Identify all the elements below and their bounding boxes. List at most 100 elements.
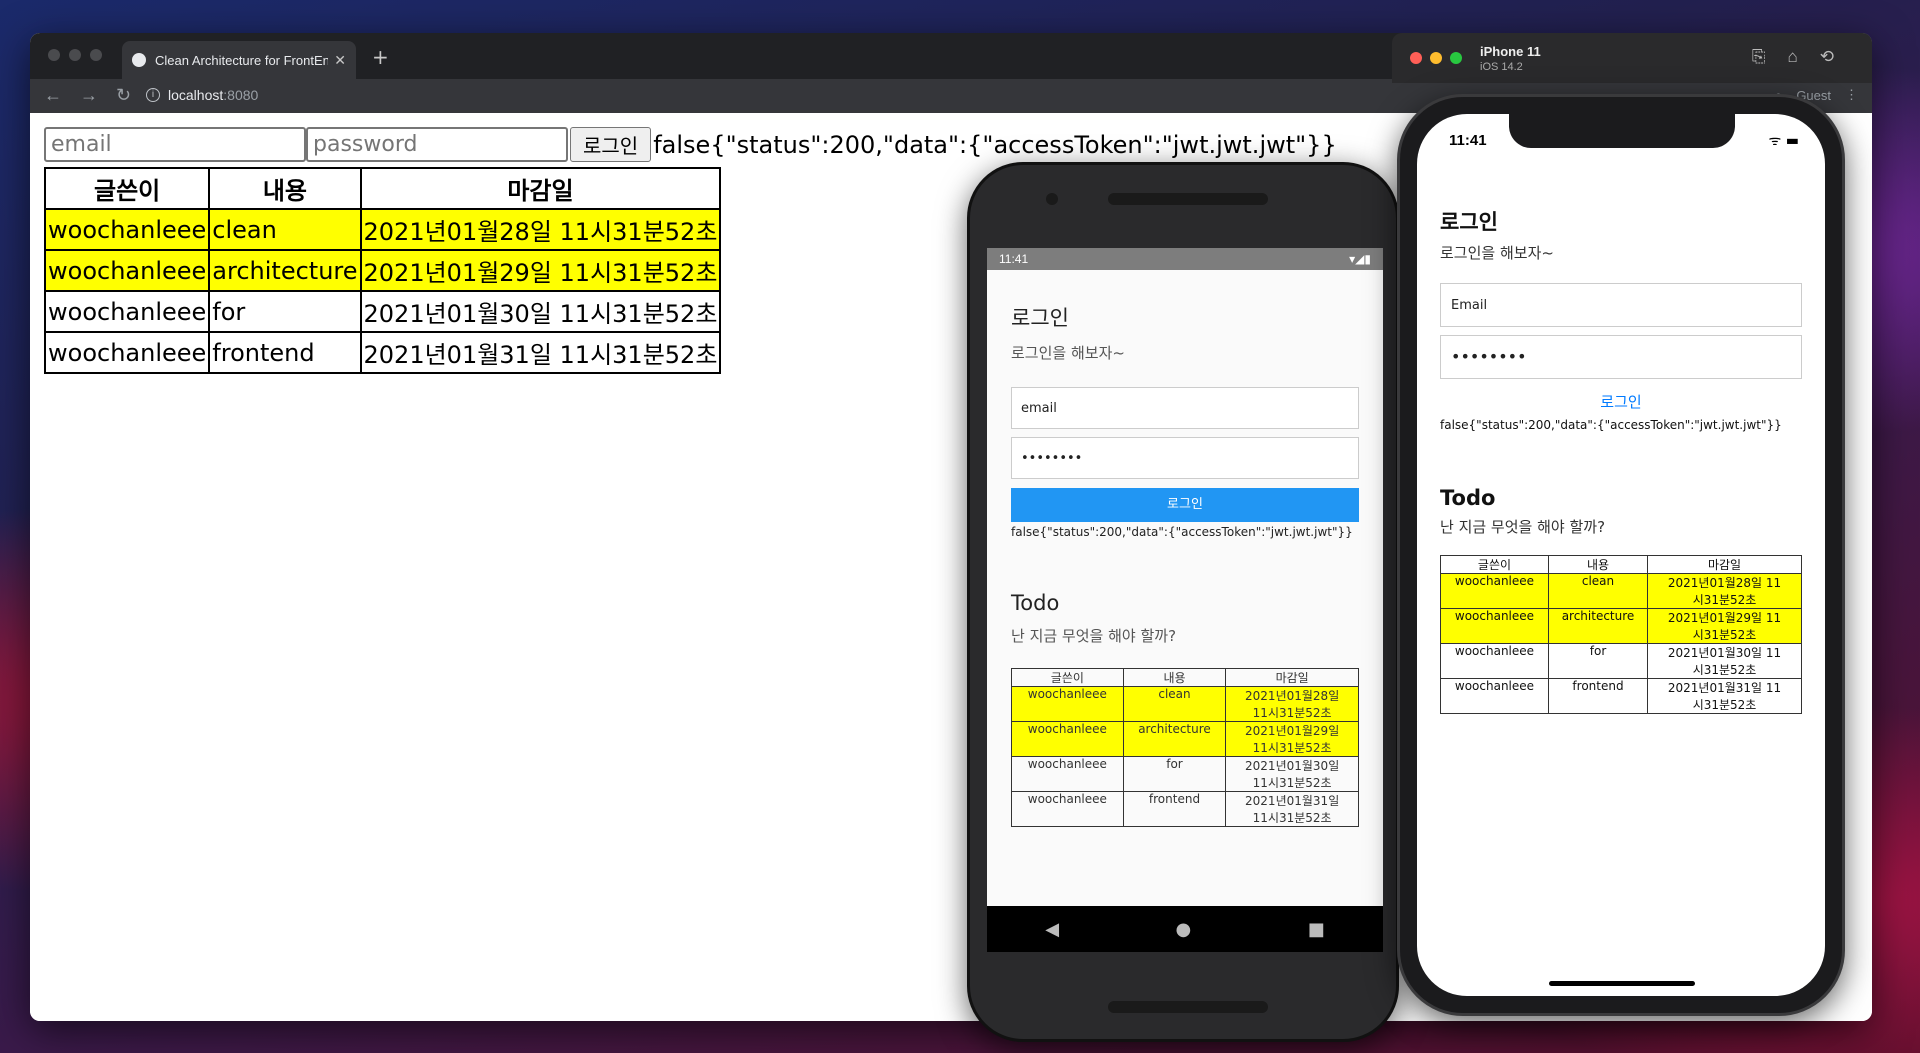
cell-author: woochanleee: [1011, 791, 1124, 827]
table-row: woochanleee clean 2021년01월28일 11시31분52초: [43, 208, 722, 251]
simulator-title-bar: iPhone 11 iOS 14.2 ⎘ ⌂ ⟲: [1392, 33, 1872, 83]
new-tab-icon[interactable]: +: [372, 45, 389, 69]
table-row: woochanleee for 2021년01월30일 11시31분52초: [1011, 756, 1359, 792]
back-triangle-icon[interactable]: ◀: [1045, 919, 1059, 940]
android-login-title: 로그인: [1011, 306, 1069, 330]
recents-square-icon[interactable]: ■: [1308, 919, 1325, 940]
cell-author: woochanleee: [1440, 608, 1549, 644]
table-row: woochanleee frontend 2021년01월31일 11시31분52…: [1011, 791, 1359, 827]
web-login-result: false{"status":200,"data":{"accessToken"…: [653, 130, 1337, 159]
maximize-window-icon[interactable]: [90, 49, 102, 61]
minimize-window-icon[interactable]: [69, 49, 81, 61]
speaker-grille: [1108, 193, 1268, 205]
simulator-device-name: iPhone 11: [1480, 44, 1541, 59]
speaker-grille: [1108, 1001, 1268, 1013]
android-todo-table: 글쓴이 내용 마감일 woochanleee clean 2021년01월28일…: [1011, 668, 1359, 827]
iphone-status-time: 11:41: [1449, 132, 1487, 149]
cell-author: woochanleee: [1011, 721, 1124, 757]
cell-deadline: 2021년01월29일 11시31분52초: [1647, 608, 1802, 644]
iphone-email-input[interactable]: Email: [1440, 283, 1802, 327]
window-controls[interactable]: [48, 49, 102, 61]
cell-deadline: 2021년01월29일 11시31분52초: [1225, 721, 1359, 757]
android-email-input[interactable]: email: [1011, 387, 1359, 429]
android-todo-subtitle: 난 지금 무엇을 해야 할까?: [1011, 627, 1177, 645]
wifi-battery-icon: ᯤ ▬: [1768, 133, 1799, 149]
cell-content: architecture: [208, 249, 362, 292]
home-circle-icon[interactable]: ●: [1176, 919, 1192, 940]
rotate-icon[interactable]: ⟲: [1820, 47, 1834, 67]
android-status-time: 11:41: [999, 252, 1029, 266]
cell-author: woochanleee: [43, 249, 211, 292]
close-window-icon[interactable]: [48, 49, 60, 61]
screenshot-icon[interactable]: ⎘: [1752, 47, 1766, 67]
android-password-input[interactable]: ••••••••: [1011, 437, 1359, 479]
web-login-row: 로그인 false{"status":200,"data":{"accessTo…: [44, 127, 1337, 162]
cell-content: for: [1122, 756, 1227, 792]
iphone-todo-table: 글쓴이 내용 마감일 woochanleee clean 2021년01월28일…: [1440, 555, 1802, 714]
address-bar[interactable]: i localhost:8080: [146, 87, 258, 103]
url-port: :8080: [223, 87, 259, 103]
forward-icon[interactable]: →: [80, 85, 98, 106]
cell-author: woochanleee: [1440, 678, 1549, 714]
android-login-button[interactable]: 로그인: [1011, 488, 1359, 522]
simulator-window-controls[interactable]: [1410, 52, 1462, 64]
cell-deadline: 2021년01월30일 11시31분52초: [359, 290, 722, 333]
cell-deadline: 2021년01월28일 11시31분52초: [359, 208, 722, 251]
cell-content: architecture: [1122, 721, 1227, 757]
web-password-input[interactable]: [306, 127, 568, 162]
home-indicator[interactable]: [1549, 981, 1695, 986]
tab-title: Clean Architecture for FrontEnd: [155, 52, 329, 68]
cell-deadline: 2021년01월31일 11시31분52초: [1647, 678, 1802, 714]
back-icon[interactable]: ←: [44, 85, 62, 106]
iphone-login-subtitle: 로그인을 해보자~: [1440, 244, 1554, 262]
cell-author: woochanleee: [43, 331, 211, 374]
cell-content: architecture: [1547, 608, 1649, 644]
table-row: woochanleee frontend 2021년01월31일 11시31분5…: [1440, 678, 1802, 714]
signal-battery-icon: ▾◢▮: [1349, 252, 1371, 266]
iphone-password-input[interactable]: ••••••••: [1440, 335, 1802, 379]
table-row: woochanleee clean 2021년01월28일 11시31분52초: [1011, 686, 1359, 722]
notch: [1509, 114, 1735, 148]
cell-content: clean: [1547, 573, 1649, 609]
menu-kebab-icon[interactable]: ⋮: [1845, 87, 1858, 103]
close-tab-icon[interactable]: ✕: [334, 52, 346, 69]
web-login-button[interactable]: 로그인: [570, 127, 652, 162]
web-email-input[interactable]: [44, 127, 306, 162]
cell-deadline: 2021년01월30일 11시31분52초: [1225, 756, 1359, 792]
iphone-screen: 11:41 ᯤ ▬ 로그인 로그인을 해보자~ Email •••••••• 로…: [1417, 114, 1825, 996]
simulator-os-version: iOS 14.2: [1480, 61, 1523, 73]
cell-author: woochanleee: [1011, 686, 1124, 722]
url-host: localhost: [168, 87, 224, 103]
maximize-window-icon[interactable]: [1450, 52, 1462, 64]
home-icon[interactable]: ⌂: [1787, 47, 1797, 67]
cell-content: clean: [1122, 686, 1227, 722]
reload-icon[interactable]: ↻: [116, 85, 131, 106]
android-screen: 11:41 ▾◢▮ 로그인 로그인을 해보자~ email •••••••• 로…: [987, 248, 1383, 952]
browser-tab[interactable]: Clean Architecture for FrontEnd ✕: [122, 41, 356, 79]
cell-deadline: 2021년01월29일 11시31분52초: [359, 249, 722, 292]
header-deadline: 마감일: [1647, 555, 1802, 574]
cell-content: clean: [208, 208, 362, 251]
header-deadline: 마감일: [359, 167, 722, 210]
iphone-login-button[interactable]: 로그인: [1440, 391, 1802, 412]
cell-content: for: [208, 290, 362, 333]
header-author: 글쓴이: [43, 167, 211, 210]
minimize-window-icon[interactable]: [1430, 52, 1442, 64]
iphone-simulator: 11:41 ᯤ ▬ 로그인 로그인을 해보자~ Email •••••••• 로…: [1397, 94, 1845, 1016]
header-content: 내용: [208, 167, 362, 210]
iphone-login-title: 로그인: [1440, 210, 1498, 234]
cell-content: for: [1547, 643, 1649, 679]
iphone-todo-subtitle: 난 지금 무엇을 해야 할까?: [1440, 518, 1606, 536]
android-nav-bar: ◀ ● ■: [987, 906, 1383, 952]
table-row: woochanleee architecture 2021년01월29일 11시…: [1440, 608, 1802, 644]
cell-deadline: 2021년01월28일 11시31분52초: [1225, 686, 1359, 722]
cell-author: woochanleee: [1440, 573, 1549, 609]
table-row: woochanleee architecture 2021년01월29일 11시3…: [1011, 721, 1359, 757]
cell-content: frontend: [208, 331, 362, 374]
info-icon[interactable]: i: [146, 88, 160, 102]
header-content: 내용: [1122, 668, 1227, 687]
header-content: 내용: [1547, 555, 1649, 574]
table-row: woochanleee architecture 2021년01월29일 11시…: [43, 249, 722, 292]
close-window-icon[interactable]: [1410, 52, 1422, 64]
cell-content: frontend: [1547, 678, 1649, 714]
